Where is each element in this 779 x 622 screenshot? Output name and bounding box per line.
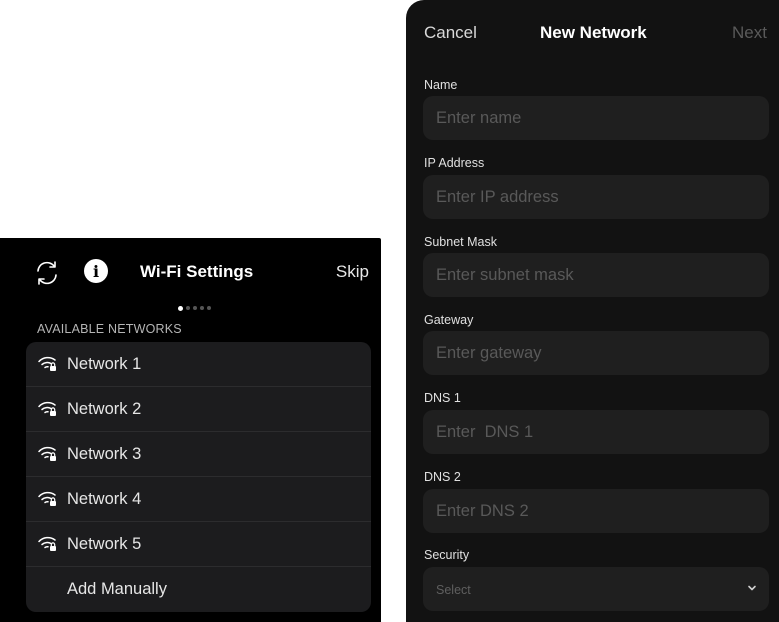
name-label: Name: [424, 78, 458, 92]
ip-address-field[interactable]: [423, 175, 769, 219]
new-network-panel: Cancel New Network Next Name IP Address …: [406, 0, 779, 622]
add-manually-row[interactable]: Add Manually: [26, 567, 371, 611]
security-selected-value: Select: [436, 583, 471, 597]
wifi-header: i Wi-Fi Settings Skip: [0, 256, 381, 311]
refresh-icon[interactable]: [32, 258, 62, 288]
network-name: Network 1: [67, 354, 142, 373]
network-name: Network 2: [67, 399, 142, 418]
page-indicator: [178, 305, 211, 311]
info-icon[interactable]: i: [84, 259, 108, 283]
wifi-lock-icon: [38, 491, 56, 506]
page-dot: [193, 306, 197, 310]
skip-button[interactable]: Skip: [336, 262, 369, 282]
chevron-down-icon: [748, 585, 756, 591]
gateway-field[interactable]: [423, 331, 769, 375]
wifi-lock-icon: [38, 401, 56, 416]
dns1-field-box: [423, 410, 769, 454]
network-row[interactable]: Network 5: [26, 522, 371, 567]
network-name: Network 5: [67, 534, 142, 553]
network-name: Network 4: [67, 489, 142, 508]
add-manually-label: Add Manually: [67, 579, 167, 598]
name-field[interactable]: [423, 96, 769, 140]
available-networks-heading: AVAILABLE NETWORKS: [37, 322, 182, 336]
page-title: Wi-Fi Settings: [140, 262, 254, 281]
dns1-field[interactable]: [423, 410, 769, 454]
page-dot: [207, 306, 211, 310]
dns2-field[interactable]: [423, 489, 769, 533]
page-dot: [186, 306, 190, 310]
info-icon-glyph: i: [92, 261, 100, 281]
page-title: New Network: [540, 23, 647, 42]
page-dot: [200, 306, 204, 310]
gateway-field-box: [423, 331, 769, 375]
subnet-mask-field-box: [423, 253, 769, 297]
subnet-mask-field[interactable]: [423, 253, 769, 297]
dns2-label: DNS 2: [424, 470, 461, 484]
ip-address-field-box: [423, 175, 769, 219]
wifi-lock-icon: [38, 536, 56, 551]
network-name: Network 3: [67, 444, 142, 463]
gateway-label: Gateway: [424, 313, 474, 327]
network-list: Network 1 Network 2 Network 3 Network 4: [26, 342, 371, 612]
wifi-settings-panel: i Wi-Fi Settings Skip AVAILABLE NETWORKS…: [0, 238, 381, 622]
network-row[interactable]: Network 4: [26, 477, 371, 522]
new-network-header: Cancel New Network Next: [406, 20, 779, 48]
security-select[interactable]: Select: [423, 567, 769, 611]
security-label: Security: [424, 548, 470, 562]
dns2-field-box: [423, 489, 769, 533]
wifi-lock-icon: [38, 446, 56, 461]
wifi-lock-icon: [38, 356, 56, 371]
page-dot-active: [178, 305, 183, 311]
ip-address-label: IP Address: [424, 156, 485, 170]
subnet-mask-label: Subnet Mask: [424, 235, 497, 249]
dns1-label: DNS 1: [424, 391, 461, 405]
cancel-button[interactable]: Cancel: [424, 23, 477, 43]
network-row[interactable]: Network 3: [26, 432, 371, 477]
network-row[interactable]: Network 2: [26, 387, 371, 432]
network-row[interactable]: Network 1: [26, 342, 371, 387]
name-field-box: [423, 96, 769, 140]
next-button[interactable]: Next: [732, 23, 767, 43]
